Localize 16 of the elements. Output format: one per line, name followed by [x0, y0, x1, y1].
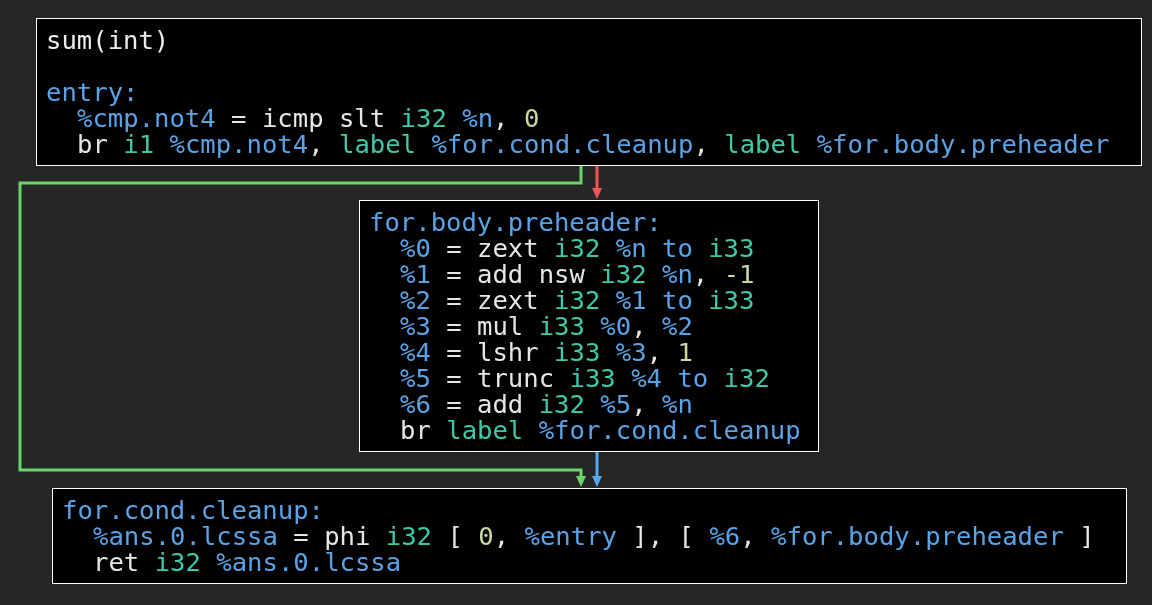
function-signature: sum(int)	[46, 27, 170, 53]
code-line: %2 = zext i32 %1 to i33	[399, 287, 755, 313]
block-label: for.body.preheader:	[369, 209, 662, 235]
code-line: br label %for.cond.cleanup	[399, 417, 801, 443]
code-line: %5 = trunc i33 %4 to i32	[399, 365, 770, 391]
block-label: for.cond.cleanup:	[62, 497, 324, 523]
code-line: %0 = zext i32 %n to i33	[400, 235, 755, 261]
block-label: entry:	[46, 79, 139, 105]
code-line: ret i32 %ans.0.lcssa	[92, 549, 402, 575]
code-line: %3 = mul i33 %0, %2	[399, 313, 693, 339]
code-line: %cmp.not4 = icmp slt i32 %n, 0	[77, 105, 540, 131]
code-line: %ans.0.lcssa = phi i32 [ 0, %entry ], [ %6, %for.body.preheader ]	[93, 523, 1095, 549]
code-line: %1 = add nsw i32 %n, -1	[399, 261, 755, 287]
code-line: %6 = add i32 %5, %n	[399, 391, 693, 417]
code-line: br i1 %cmp.not4, label %for.cond.cleanup, label %for.body.preheader	[76, 131, 1110, 157]
code-line: %4 = lshr i33 %3, 1	[399, 339, 693, 365]
